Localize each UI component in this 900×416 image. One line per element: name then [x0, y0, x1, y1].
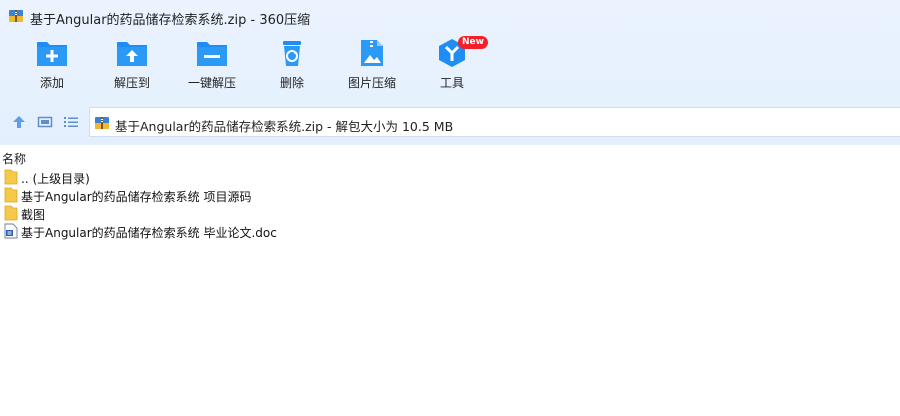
file-list: 名称 .. (上级目录) 基于Angular的药品储存检索系统 项目源码 截图 … — [0, 145, 900, 416]
image-compress-icon — [361, 40, 383, 66]
list-item[interactable]: 截图 — [0, 205, 500, 223]
add-folder-icon — [37, 42, 67, 66]
list-item-name: .. (上级目录) — [21, 172, 90, 186]
one-click-extract-icon — [197, 42, 227, 66]
window-title: 基于Angular的药品储存检索系统.zip - 360压缩 — [30, 13, 311, 28]
list-item-name: 基于Angular的药品储存检索系统 项目源码 — [21, 190, 252, 204]
list-view-icon[interactable] — [63, 114, 79, 130]
window-chrome: 基于Angular的药品储存检索系统.zip - 360压缩 添加 解压到 一键… — [0, 0, 900, 145]
word-document-icon — [4, 223, 18, 239]
address-bar[interactable]: 基于Angular的药品储存检索系统.zip - 解包大小为 10.5 MB — [89, 107, 900, 137]
toolbar: 添加 解压到 一键解压 删除 图片压缩 New 工具 — [0, 34, 900, 100]
new-badge: New — [458, 36, 488, 49]
list-item[interactable]: 基于Angular的药品储存检索系统 项目源码 — [0, 187, 500, 205]
extract-to-label: 解压到 — [113, 76, 150, 90]
add-button[interactable]: 添加 — [12, 38, 92, 100]
one-click-extract-label: 一键解压 — [187, 76, 236, 90]
list-item[interactable]: 基于Angular的药品储存检索系统 毕业论文.doc — [0, 223, 500, 241]
tools-button[interactable]: New 工具 — [412, 36, 492, 100]
title-bar[interactable]: 基于Angular的药品储存检索系统.zip - 360压缩 — [0, 0, 900, 34]
address-text: 基于Angular的药品储存检索系统.zip - 解包大小为 10.5 MB — [115, 119, 454, 134]
column-name-label: 名称 — [2, 152, 27, 166]
extract-to-icon — [117, 42, 147, 66]
folder-icon — [4, 169, 18, 185]
up-arrow-icon[interactable] — [11, 114, 27, 130]
zip-archive-icon — [9, 10, 23, 22]
list-item[interactable]: .. (上级目录) — [0, 169, 500, 187]
navigation-row: 基于Angular的药品储存检索系统.zip - 解包大小为 10.5 MB — [0, 104, 900, 140]
extract-to-button[interactable]: 解压到 — [92, 38, 172, 100]
image-compress-label: 图片压缩 — [347, 76, 396, 90]
list-item-name: 截图 — [21, 208, 46, 222]
list-item-name: 基于Angular的药品储存检索系统 毕业论文.doc — [21, 226, 277, 240]
zip-archive-icon — [95, 117, 109, 129]
thumbnail-view-icon[interactable] — [37, 114, 53, 130]
folder-icon — [4, 205, 18, 221]
one-click-extract-button[interactable]: 一键解压 — [172, 38, 252, 100]
column-header-name[interactable]: 名称 — [0, 148, 120, 166]
add-label: 添加 — [39, 76, 64, 90]
folder-icon — [4, 187, 18, 203]
delete-button[interactable]: 删除 — [252, 38, 332, 100]
tools-label: 工具 — [439, 76, 464, 90]
image-compress-button[interactable]: 图片压缩 — [332, 38, 412, 100]
recycle-bin-icon — [283, 41, 301, 66]
delete-label: 删除 — [279, 76, 304, 90]
